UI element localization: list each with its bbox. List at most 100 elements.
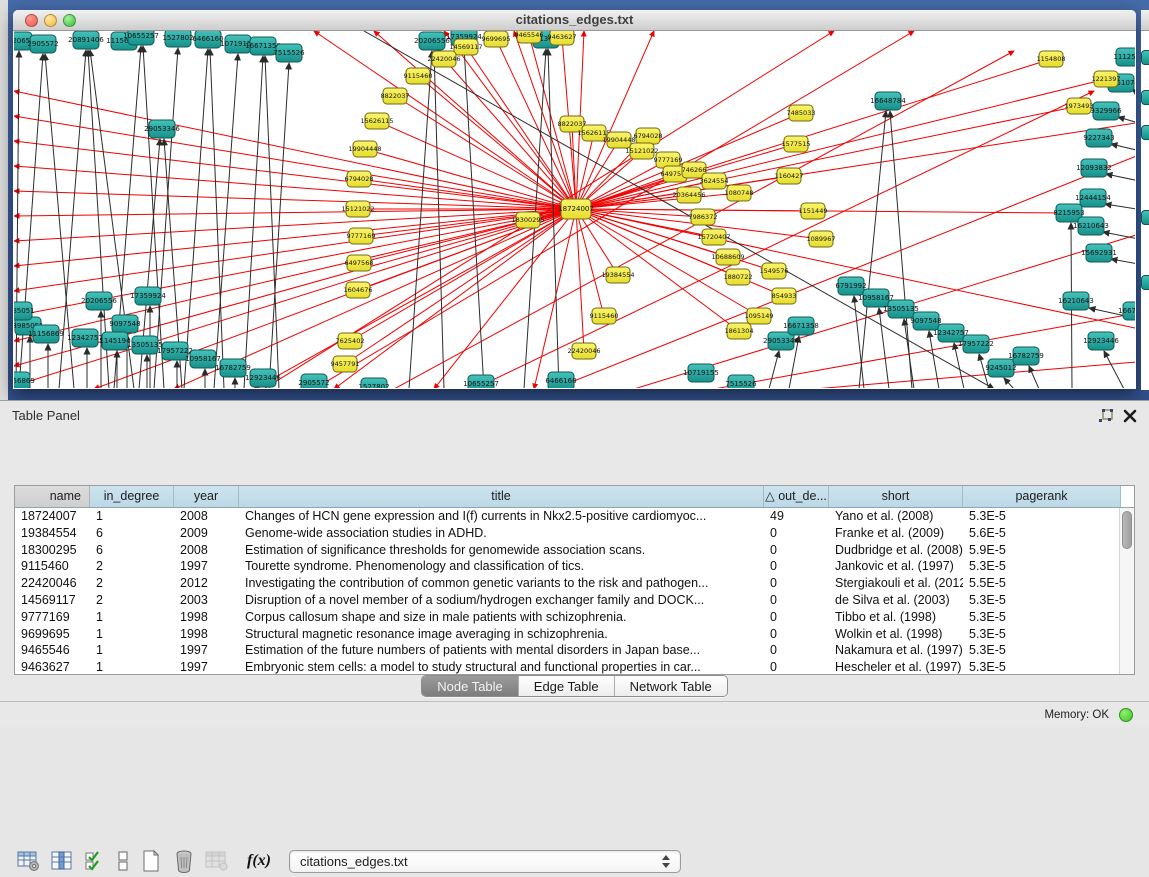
- table-cell[interactable]: 6: [90, 525, 174, 542]
- table-cell[interactable]: 5.5E-5: [963, 575, 1121, 592]
- table-cell[interactable]: 2009: [174, 525, 239, 542]
- table-cell[interactable]: 1: [90, 642, 174, 659]
- table-cell[interactable]: 18300295: [15, 542, 90, 559]
- column-header-short[interactable]: short: [829, 486, 963, 507]
- table-cell[interactable]: 5.3E-5: [963, 508, 1121, 525]
- table-cell[interactable]: Hescheler et al. (1997): [829, 659, 963, 675]
- table-cell[interactable]: 1: [90, 609, 174, 626]
- show-hide-columns-icon[interactable]: [49, 848, 75, 874]
- table-row[interactable]: 977716911998Corpus callosum shape and si…: [15, 609, 1134, 626]
- table-cell[interactable]: Tibbo et al. (1998): [829, 609, 963, 626]
- table-cell[interactable]: 1997: [174, 642, 239, 659]
- table-cell[interactable]: Stergiakouli et al. (2012): [829, 575, 963, 592]
- table-row[interactable]: 969969511998Structural magnetic resonanc…: [15, 626, 1134, 643]
- column-header-pagerank[interactable]: pagerank: [963, 486, 1121, 507]
- table-cell[interactable]: 9699695: [15, 626, 90, 643]
- table-cell[interactable]: 5.3E-5: [963, 659, 1121, 675]
- table-cell[interactable]: 9777169: [15, 609, 90, 626]
- table-cell[interactable]: 5.3E-5: [963, 592, 1121, 609]
- table-cell[interactable]: Nakamura et al. (1997): [829, 642, 963, 659]
- zoom-window-button[interactable]: [63, 14, 76, 27]
- table-cell[interactable]: Investigating the contribution of common…: [239, 575, 764, 592]
- table-row[interactable]: 1456911722003Disruption of a novel membe…: [15, 592, 1134, 609]
- table-vertical-scrollbar[interactable]: [1119, 508, 1134, 674]
- import-table-icon[interactable]: [204, 848, 230, 874]
- function-builder-icon[interactable]: f(x): [247, 852, 271, 870]
- table-cell[interactable]: 0: [764, 558, 829, 575]
- table-cell[interactable]: Jankovic et al. (1997): [829, 558, 963, 575]
- table-row[interactable]: 1938455462009Genome-wide association stu…: [15, 525, 1134, 542]
- table-cell[interactable]: 6: [90, 542, 174, 559]
- table-cell[interactable]: 22420046: [15, 575, 90, 592]
- table-cell[interactable]: 2008: [174, 508, 239, 525]
- table-cell[interactable]: 1: [90, 508, 174, 525]
- table-cell[interactable]: 5.3E-5: [963, 642, 1121, 659]
- table-cell[interactable]: Structural magnetic resonance image aver…: [239, 626, 764, 643]
- table-cell[interactable]: Embryonic stem cells: a model to study s…: [239, 659, 764, 675]
- table-cell[interactable]: 9463627: [15, 659, 90, 675]
- table-cell[interactable]: Estimation of the future numbers of pati…: [239, 642, 764, 659]
- table-options-icon[interactable]: [16, 848, 42, 874]
- tab-edge-table[interactable]: Edge Table: [518, 676, 614, 696]
- table-cell[interactable]: 0: [764, 575, 829, 592]
- network-canvas[interactable]: 2620655290557220891406111568691065525715…: [14, 31, 1135, 388]
- float-panel-icon[interactable]: [1098, 408, 1114, 424]
- table-cell[interactable]: Tourette syndrome. Phenomenology and cla…: [239, 558, 764, 575]
- table-cell[interactable]: 5.3E-5: [963, 558, 1121, 575]
- column-header-name[interactable]: name: [15, 486, 90, 507]
- table-cell[interactable]: Estimation of significance thresholds fo…: [239, 542, 764, 559]
- table-row[interactable]: 1872400712008Changes of HCN gene express…: [15, 508, 1134, 525]
- table-cell[interactable]: 2: [90, 575, 174, 592]
- table-cell[interactable]: 0: [764, 542, 829, 559]
- table-cell[interactable]: 2: [90, 558, 174, 575]
- table-cell[interactable]: 18724007: [15, 508, 90, 525]
- table-row[interactable]: 911546021997Tourette syndrome. Phenomeno…: [15, 558, 1134, 575]
- column-header-year[interactable]: year: [174, 486, 239, 507]
- select-rows-icon[interactable]: [82, 848, 108, 874]
- table-cell[interactable]: Franke et al. (2009): [829, 525, 963, 542]
- table-cell[interactable]: 0: [764, 626, 829, 643]
- tab-network-table[interactable]: Network Table: [614, 676, 727, 696]
- table-cell[interactable]: 1997: [174, 558, 239, 575]
- network-window-titlebar[interactable]: citations_edges.txt: [13, 10, 1136, 31]
- table-cell[interactable]: 0: [764, 659, 829, 675]
- table-cell[interactable]: 0: [764, 592, 829, 609]
- close-window-button[interactable]: [25, 14, 38, 27]
- table-cell[interactable]: 1997: [174, 659, 239, 675]
- table-cell[interactable]: 1: [90, 659, 174, 675]
- tab-node-table[interactable]: Node Table: [422, 676, 518, 696]
- table-row[interactable]: 2242004622012Investigating the contribut…: [15, 575, 1134, 592]
- table-cell[interactable]: 0: [764, 642, 829, 659]
- table-cell[interactable]: Wolkin et al. (1998): [829, 626, 963, 643]
- table-cell[interactable]: Yano et al. (2008): [829, 508, 963, 525]
- secondary-window-sliver[interactable]: [1141, 10, 1149, 390]
- table-cell[interactable]: 5.3E-5: [963, 626, 1121, 643]
- table-cell[interactable]: 1998: [174, 626, 239, 643]
- delete-column-icon[interactable]: [171, 848, 197, 874]
- table-cell[interactable]: 49: [764, 508, 829, 525]
- network-graph[interactable]: 2620655290557220891406111568691065525715…: [14, 31, 1135, 388]
- table-row[interactable]: 1830029562008Estimation of significance …: [15, 542, 1134, 559]
- table-cell[interactable]: Disruption of a novel member of a sodium…: [239, 592, 764, 609]
- table-cell[interactable]: 0: [764, 609, 829, 626]
- close-panel-icon[interactable]: [1122, 408, 1138, 424]
- row-height-icon[interactable]: [115, 848, 131, 874]
- table-cell[interactable]: 2003: [174, 592, 239, 609]
- table-cell[interactable]: 5.3E-5: [963, 609, 1121, 626]
- new-column-icon[interactable]: [138, 848, 164, 874]
- scrollbar-thumb[interactable]: [1122, 511, 1132, 549]
- table-cell[interactable]: de Silva et al. (2003): [829, 592, 963, 609]
- table-cell[interactable]: 9465546: [15, 642, 90, 659]
- table-cell[interactable]: 2: [90, 592, 174, 609]
- table-cell[interactable]: Changes of HCN gene expression and I(f) …: [239, 508, 764, 525]
- table-cell[interactable]: Genome-wide association studies in ADHD.: [239, 525, 764, 542]
- minimize-window-button[interactable]: [44, 14, 57, 27]
- table-cell[interactable]: 9115460: [15, 558, 90, 575]
- table-cell[interactable]: Dudbridge et al. (2008): [829, 542, 963, 559]
- column-header-in_degree[interactable]: in_degree: [90, 486, 174, 507]
- table-cell[interactable]: 5.6E-5: [963, 525, 1121, 542]
- table-cell[interactable]: 1: [90, 626, 174, 643]
- table-cell[interactable]: 2008: [174, 542, 239, 559]
- table-cell[interactable]: 2012: [174, 575, 239, 592]
- table-selector-dropdown[interactable]: citations_edges.txt: [289, 850, 681, 873]
